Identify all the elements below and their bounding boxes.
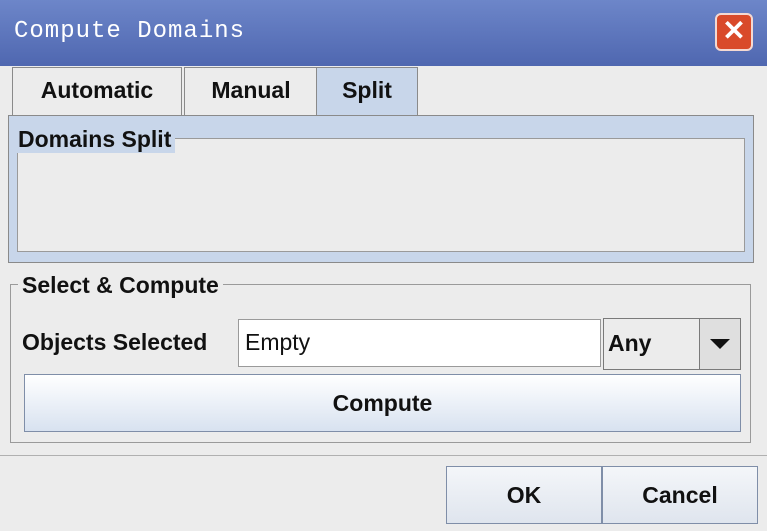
filter-dropdown[interactable]: Any — [603, 318, 741, 370]
close-button[interactable]: ✕ — [715, 13, 753, 51]
objects-selected-field[interactable]: Empty — [238, 319, 601, 367]
tab-automatic[interactable]: Automatic — [12, 67, 182, 115]
objects-selected-label: Objects Selected — [22, 329, 208, 355]
domains-split-group — [17, 138, 745, 252]
close-icon: ✕ — [722, 15, 746, 46]
compute-domains-dialog: Compute Domains ✕ Automatic Manual Split… — [0, 0, 767, 531]
footer-divider — [0, 455, 767, 456]
tab-split[interactable]: Split — [316, 67, 418, 115]
cancel-button[interactable]: Cancel — [602, 466, 758, 524]
compute-button[interactable]: Compute — [24, 374, 741, 432]
filter-dropdown-value: Any — [608, 330, 652, 356]
title-bar[interactable]: Compute Domains ✕ — [0, 0, 767, 66]
tab-manual[interactable]: Manual — [184, 67, 318, 115]
window-title: Compute Domains — [14, 18, 246, 45]
filter-dropdown-button[interactable] — [699, 319, 740, 369]
chevron-down-icon — [710, 339, 730, 349]
select-compute-label: Select & Compute — [18, 272, 223, 299]
domains-split-label: Domains Split — [14, 126, 176, 153]
ok-button[interactable]: OK — [446, 466, 602, 524]
